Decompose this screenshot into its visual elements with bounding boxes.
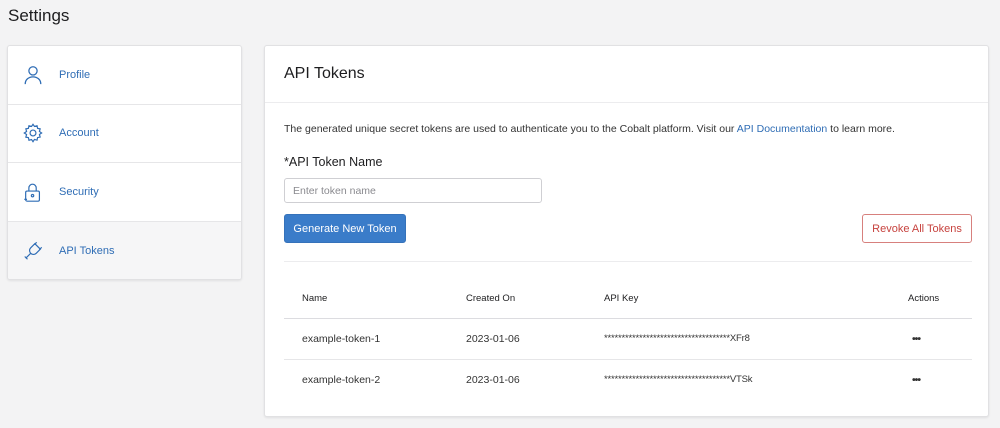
description-text-end: to learn more. [827, 123, 895, 135]
column-header-api-key: API Key [604, 293, 639, 304]
row-actions-menu-icon[interactable]: ••• [912, 333, 921, 345]
column-header-name: Name [302, 293, 328, 304]
tokens-table: Name Created On API Key Actions example-… [284, 279, 972, 400]
token-name: example-token-2 [302, 373, 381, 386]
divider [284, 261, 972, 262]
sidebar-item-label: API Tokens [59, 244, 115, 257]
column-header-actions: Actions [908, 293, 940, 304]
api-tokens-card: API Tokens The generated unique secret t… [264, 45, 989, 417]
sidebar-item-profile[interactable]: Profile [8, 46, 241, 105]
plug-icon [22, 240, 44, 262]
token-name: example-token-1 [302, 332, 381, 345]
description-text: The generated unique secret tokens are u… [284, 123, 737, 135]
sidebar-item-label: Profile [59, 68, 91, 81]
column-header-created: Created On [466, 293, 516, 304]
sidebar-item-label: Account [59, 127, 99, 140]
sidebar-item-security[interactable]: Security [8, 163, 241, 222]
table-header-row: Name Created On API Key Actions [284, 279, 972, 319]
description: The generated unique secret tokens are u… [284, 123, 895, 135]
table-row: example-token-1 2023-01-06 *************… [284, 319, 972, 360]
card-title: API Tokens [284, 65, 365, 82]
gear-icon [22, 122, 44, 144]
token-api-key: ************************************XFr8 [604, 333, 750, 345]
settings-sidebar: Profile Account Security API Tokens [7, 45, 242, 280]
sidebar-item-account[interactable]: Account [8, 105, 241, 163]
sidebar-item-api-tokens[interactable]: API Tokens [8, 221, 241, 279]
token-api-key: ************************************VTSk [604, 374, 753, 386]
table-row: example-token-2 2023-01-06 *************… [284, 360, 972, 401]
token-created-date: 2023-01-06 [466, 332, 520, 345]
token-name-input[interactable] [284, 178, 542, 203]
page-title: Settings [8, 6, 70, 25]
token-created-date: 2023-01-06 [466, 373, 520, 386]
revoke-all-tokens-button[interactable]: Revoke All Tokens [862, 214, 972, 243]
generate-token-button[interactable]: Generate New Token [284, 214, 406, 243]
api-documentation-link[interactable]: API Documentation [737, 123, 827, 135]
lock-icon [22, 181, 44, 203]
user-icon [22, 64, 44, 86]
card-header: API Tokens [265, 46, 988, 103]
sidebar-item-label: Security [59, 185, 99, 198]
row-actions-menu-icon[interactable]: ••• [912, 374, 921, 386]
token-name-label: *API Token Name [284, 155, 383, 169]
